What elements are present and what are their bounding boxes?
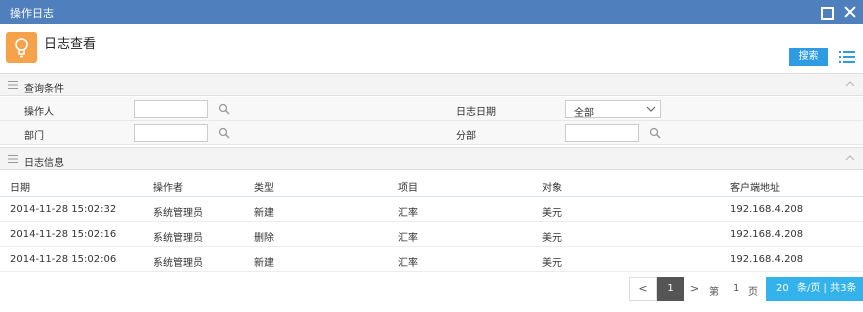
cell-item: 汇率: [398, 208, 418, 219]
pager-page-size[interactable]: 20 条/页 | 共3条: [766, 277, 863, 301]
department-label: 部门: [24, 131, 44, 142]
operator-input[interactable]: [134, 100, 208, 118]
list-menu-icon[interactable]: [838, 50, 856, 64]
cell-item: 汇率: [398, 258, 418, 269]
search-icon[interactable]: [649, 127, 661, 139]
cell-client-address: 192.168.4.208: [730, 254, 804, 265]
collapse-icon[interactable]: [845, 154, 855, 162]
search-icon[interactable]: [218, 127, 230, 139]
page-header: 日志查看 搜索: [0, 24, 863, 72]
column-header-item[interactable]: 项目: [398, 179, 418, 194]
conditions-section-label: 查询条件: [24, 84, 64, 95]
pager-goto-prefix: 第: [709, 287, 719, 298]
lightbulb-icon: [6, 32, 37, 63]
column-header-type[interactable]: 类型: [254, 179, 274, 194]
branch-label: 分部: [456, 131, 476, 142]
cell-item: 汇率: [398, 233, 418, 244]
cell-operator: 系统管理员: [153, 208, 203, 219]
cell-client-address: 192.168.4.208: [730, 204, 804, 215]
pager-prev-button[interactable]: <: [629, 277, 657, 301]
table-row[interactable]: 2014-11-28 15:02:16 系统管理员 删除 汇率 美元 192.1…: [0, 222, 863, 247]
pager-goto-suffix: 页: [748, 287, 758, 298]
pager-page-size-value[interactable]: 20: [776, 277, 789, 301]
pager-page-size-text: 条/页 | 共3条: [797, 283, 857, 294]
table-row[interactable]: 2014-11-28 15:02:32 系统管理员 新建 汇率 美元 192.1…: [0, 197, 863, 222]
window-titlebar: 操作日志: [0, 0, 863, 24]
maximize-icon[interactable]: [818, 4, 834, 20]
table-row[interactable]: 2014-11-28 15:02:06 系统管理员 新建 汇率 美元 192.1…: [0, 247, 863, 272]
pager-next-button[interactable]: >: [690, 277, 704, 301]
lines-icon: [8, 155, 18, 163]
department-input[interactable]: [134, 124, 208, 142]
cell-date: 2014-11-28 15:02:06: [10, 254, 117, 265]
log-date-select[interactable]: 全部: [565, 100, 661, 119]
cell-type: 新建: [254, 208, 274, 219]
cell-type: 删除: [254, 233, 274, 244]
cell-date: 2014-11-28 15:02:32: [10, 204, 117, 215]
cell-object: 美元: [542, 258, 562, 269]
search-button[interactable]: 搜索: [789, 48, 828, 66]
search-icon[interactable]: [218, 103, 230, 115]
window-title: 操作日志: [10, 7, 54, 20]
branch-input[interactable]: [565, 124, 639, 142]
column-header-object[interactable]: 对象: [542, 179, 562, 194]
log-date-label: 日志日期: [456, 107, 496, 118]
log-date-value: 全部: [574, 108, 594, 119]
cell-object: 美元: [542, 208, 562, 219]
close-icon[interactable]: [842, 4, 858, 20]
condition-row-2: 部门 分部: [0, 121, 863, 145]
cell-operator: 系统管理员: [153, 258, 203, 269]
condition-row-1: 操作人 日志日期 全部: [0, 97, 863, 121]
chevron-down-icon: [646, 105, 656, 113]
column-header-client-address[interactable]: 客户端地址: [730, 179, 780, 194]
cell-type: 新建: [254, 258, 274, 269]
cell-client-address: 192.168.4.208: [730, 229, 804, 240]
pager-goto-input[interactable]: 1: [733, 283, 739, 294]
operator-label: 操作人: [24, 107, 54, 118]
collapse-icon[interactable]: [845, 80, 855, 88]
pager-current-page[interactable]: 1: [657, 277, 684, 301]
log-info-section-header[interactable]: 日志信息: [0, 147, 863, 170]
cell-date: 2014-11-28 15:02:16: [10, 229, 117, 240]
log-info-section-label: 日志信息: [24, 158, 64, 169]
cell-operator: 系统管理员: [153, 233, 203, 244]
conditions-section-header[interactable]: 查询条件: [0, 73, 863, 96]
column-header-operator[interactable]: 操作者: [153, 179, 183, 194]
cell-object: 美元: [542, 233, 562, 244]
table-header: 日期 操作者 类型 项目 对象 客户端地址: [0, 172, 863, 197]
page-title: 日志查看: [44, 37, 97, 52]
lines-icon: [8, 81, 18, 89]
column-header-date[interactable]: 日期: [10, 179, 30, 194]
